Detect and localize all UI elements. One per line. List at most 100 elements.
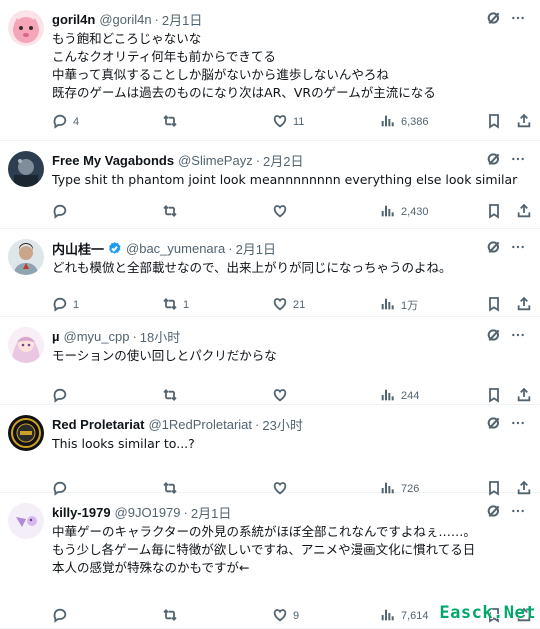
like-button[interactable]: 21 bbox=[272, 296, 305, 314]
reply-count: 4 bbox=[73, 116, 80, 128]
more-icon[interactable] bbox=[510, 503, 526, 522]
action-bar: 1 1 21 1万 bbox=[50, 296, 530, 314]
views-button[interactable]: 2,430 bbox=[380, 203, 429, 221]
reply-button[interactable] bbox=[52, 387, 73, 405]
timestamp[interactable]: 23小时 bbox=[262, 415, 302, 434]
separator: · bbox=[183, 504, 188, 520]
views-button[interactable]: 244 bbox=[380, 387, 419, 405]
avatar[interactable] bbox=[8, 327, 44, 363]
retweet-button[interactable] bbox=[162, 387, 183, 405]
views-icon bbox=[380, 113, 396, 132]
share-button[interactable] bbox=[516, 113, 532, 131]
views-button[interactable]: 6,386 bbox=[380, 113, 429, 131]
tweet[interactable]: goril4n @goril4n · 2月1日 もう飽和どころじゃないな こんなク… bbox=[0, 0, 540, 141]
timestamp[interactable]: 2月1日 bbox=[162, 10, 202, 29]
grok-icon[interactable] bbox=[486, 503, 502, 522]
more-icon[interactable] bbox=[510, 10, 526, 29]
display-name[interactable]: goril4n bbox=[52, 12, 95, 27]
tweet-header: goril4n @goril4n · 2月1日 bbox=[52, 10, 530, 28]
retweet-icon bbox=[162, 113, 178, 132]
retweet-button[interactable] bbox=[162, 203, 183, 221]
action-bar: 4 11 6,386 bbox=[50, 113, 530, 131]
separator: · bbox=[228, 240, 233, 256]
user-handle[interactable]: @myu_cpp bbox=[64, 329, 130, 344]
share-button[interactable] bbox=[516, 296, 532, 314]
retweet-button[interactable]: 1 bbox=[162, 296, 189, 314]
views-button[interactable]: 1万 bbox=[380, 296, 418, 314]
reply-button[interactable]: 4 bbox=[52, 113, 79, 131]
tweet[interactable]: 内山桂一 @bac_yumenara · 2月1日 どれも模倣と全部載せなので、… bbox=[0, 229, 540, 317]
like-icon bbox=[272, 387, 288, 406]
tweet-header: 内山桂一 @bac_yumenara · 2月1日 bbox=[52, 239, 530, 257]
like-count: 11 bbox=[293, 116, 305, 128]
reply-button[interactable] bbox=[52, 607, 73, 625]
bookmark-icon bbox=[486, 387, 502, 406]
tweet[interactable]: Red Proletariat @1RedProletariat · 23小时 … bbox=[0, 405, 540, 495]
views-icon bbox=[380, 296, 396, 315]
like-button[interactable]: 9 bbox=[272, 607, 299, 625]
timestamp[interactable]: 2月2日 bbox=[263, 151, 303, 170]
more-icon[interactable] bbox=[510, 239, 526, 258]
share-icon bbox=[516, 203, 532, 222]
like-icon bbox=[272, 607, 288, 626]
separator: · bbox=[255, 152, 261, 168]
avatar[interactable] bbox=[8, 10, 44, 46]
views-button[interactable]: 7,614 bbox=[380, 607, 429, 625]
grok-icon[interactable] bbox=[486, 415, 502, 434]
watermark: Easck.Net bbox=[439, 603, 536, 623]
like-button[interactable] bbox=[272, 387, 293, 405]
display-name[interactable]: µ bbox=[52, 329, 60, 344]
avatar[interactable] bbox=[8, 239, 44, 275]
user-handle[interactable]: @9JO1979 bbox=[115, 505, 181, 520]
avatar[interactable] bbox=[8, 503, 44, 539]
tweet-text-line: もう少し各ゲーム毎に特徴が欲しいですね、アニメや漫画文化に慣れてる日 bbox=[52, 542, 476, 557]
avatar[interactable] bbox=[8, 151, 44, 187]
reply-button[interactable] bbox=[52, 203, 73, 221]
bookmark-button[interactable] bbox=[486, 203, 502, 221]
share-button[interactable] bbox=[516, 203, 532, 221]
bookmark-button[interactable] bbox=[486, 113, 502, 131]
user-handle[interactable]: @1RedProletariat bbox=[148, 417, 252, 432]
like-button[interactable] bbox=[272, 203, 293, 221]
retweet-icon bbox=[162, 296, 178, 315]
tweet-text: もう飽和どころじゃないな こんなクオリティ何年も前からできてる 中華って真似すること… bbox=[52, 30, 530, 102]
action-bar: 2,430 bbox=[50, 203, 530, 221]
retweet-icon bbox=[162, 607, 178, 626]
tweet[interactable]: µ @myu_cpp · 18小时 モーションの使い回しとパクリだからな 244 bbox=[0, 317, 540, 405]
avatar[interactable] bbox=[8, 415, 44, 451]
more-icon[interactable] bbox=[510, 151, 526, 170]
share-icon bbox=[516, 113, 532, 132]
more-icon[interactable] bbox=[510, 327, 526, 346]
grok-icon[interactable] bbox=[486, 151, 502, 170]
like-icon bbox=[272, 203, 288, 222]
retweet-button[interactable] bbox=[162, 607, 183, 625]
display-name[interactable]: Free My Vagabonds bbox=[52, 153, 174, 168]
views-count: 244 bbox=[401, 390, 420, 402]
like-button[interactable]: 11 bbox=[272, 113, 304, 131]
user-handle[interactable]: @goril4n bbox=[99, 12, 151, 27]
grok-icon[interactable] bbox=[486, 327, 502, 346]
display-name[interactable]: Red Proletariat bbox=[52, 417, 144, 432]
bookmark-button[interactable] bbox=[486, 387, 502, 405]
grok-icon[interactable] bbox=[486, 10, 502, 29]
grok-icon[interactable] bbox=[486, 239, 502, 258]
retweet-button[interactable] bbox=[162, 113, 183, 131]
tweet-text: 中華ゲーのキャラクターの外見の系統がほぼ全部これなんですよねぇ……。 もう少し各ゲ… bbox=[52, 523, 530, 577]
timestamp[interactable]: 2月1日 bbox=[236, 239, 276, 258]
bookmark-icon bbox=[486, 296, 502, 315]
more-icon[interactable] bbox=[510, 415, 526, 434]
timestamp[interactable]: 2月1日 bbox=[191, 503, 231, 522]
timestamp[interactable]: 18小时 bbox=[140, 327, 180, 346]
reply-button[interactable]: 1 bbox=[52, 296, 79, 314]
user-handle[interactable]: @bac_yumenara bbox=[126, 241, 225, 256]
bookmark-button[interactable] bbox=[486, 296, 502, 314]
display-name[interactable]: 内山桂一 bbox=[52, 239, 104, 258]
user-handle[interactable]: @SlimePayz bbox=[178, 153, 253, 168]
tweet-text-line: 本人の感覚が特殊なのかもですが← bbox=[52, 560, 250, 575]
bookmark-icon bbox=[486, 113, 502, 132]
display-name[interactable]: killy-1979 bbox=[52, 505, 111, 520]
tweet-text: どれも模倣と全部載せなので、出来上がりが同じになっちゃうのよね。 bbox=[52, 259, 530, 277]
tweet[interactable]: Free My Vagabonds @SlimePayz · 2月2日 Type… bbox=[0, 141, 540, 229]
like-count: 9 bbox=[293, 610, 300, 622]
share-button[interactable] bbox=[516, 387, 532, 405]
